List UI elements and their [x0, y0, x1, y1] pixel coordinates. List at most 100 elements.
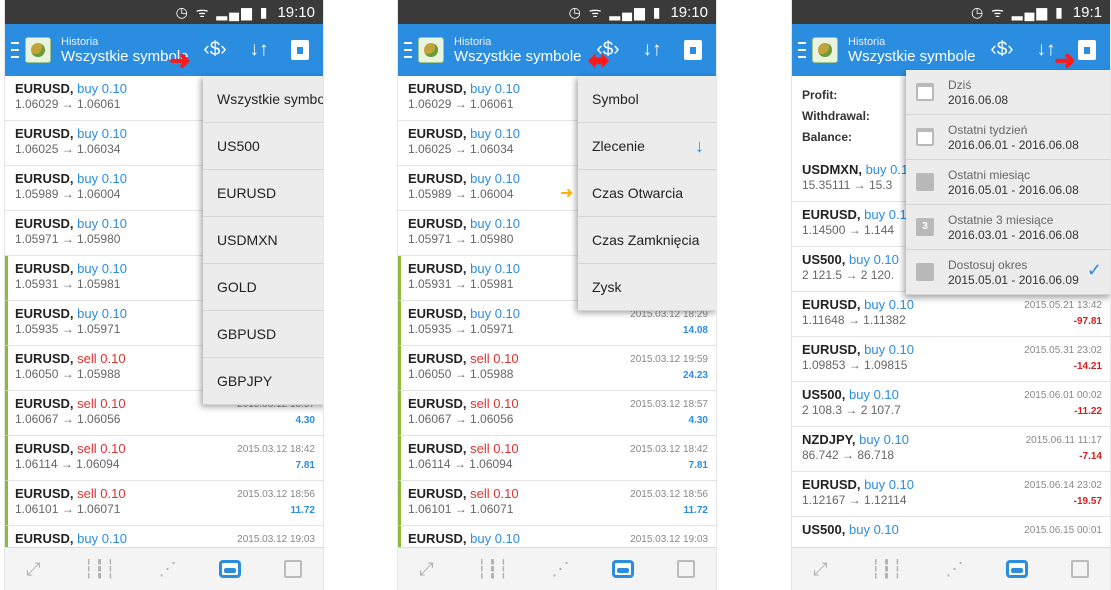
sort-icon[interactable]: ↓↑ — [1034, 39, 1058, 61]
trade-profit: 7.81 — [295, 460, 315, 471]
status-icons: ◷ ᯤ ▂▄▆ ▮ — [970, 3, 1065, 20]
symbol-option[interactable]: GBPJPY — [203, 358, 323, 405]
symbol-option[interactable]: GOLD — [203, 264, 323, 311]
symbol-option[interactable]: Wszystkie symbole — [203, 76, 323, 123]
symbols-icon[interactable]: ‹$› — [596, 39, 620, 61]
calendar-icon[interactable] — [1078, 40, 1102, 60]
trade-time: 2015.05.21 13:42 — [1024, 300, 1102, 311]
sort-icon[interactable]: ↓↑ — [247, 39, 271, 61]
trade-icon[interactable]: ⤢ — [26, 559, 40, 580]
trade-row[interactable]: NZDJPY, buy 0.10 86.742 → 86.718 2015.06… — [792, 427, 1110, 472]
trade-profit: 7.81 — [688, 460, 708, 471]
bottom-nav: ⤢ ┆┇┆ ⋰ — [5, 547, 323, 590]
summary-profit-label: Profit: — [802, 88, 838, 102]
history-icon[interactable] — [1006, 560, 1029, 578]
menu-icon[interactable] — [798, 42, 806, 58]
trade-profit: 24.23 — [682, 370, 708, 381]
trade-row[interactable]: EURUSD, sell 0.10 1.06114 → 1.06094 2015… — [5, 436, 323, 481]
scalp-icon[interactable]: ⋰ — [551, 559, 569, 580]
news-icon[interactable] — [283, 560, 302, 578]
chart-icon[interactable]: ┆┇┆ — [476, 559, 509, 580]
trade-profit: 11.72 — [290, 505, 315, 516]
period-option-last-3-months[interactable]: 3 Ostatnie 3 miesiące 2016.03.01 - 2016.0… — [906, 205, 1110, 250]
trade-time: 2015.03.12 18:42 — [237, 444, 315, 455]
period-option-last-month[interactable]: Ostatni miesiąc 2016.05.01 - 2016.06.08 — [906, 160, 1110, 205]
sort-option-order[interactable]: Zlecenie ↓ — [578, 123, 716, 170]
trade-time: 2015.06.14 23:02 — [1024, 480, 1102, 491]
phone-screen-sort: ◷ ᯤ ▂▄▆ ▮ 19:10 Historia Wszystkie symbo… — [397, 0, 717, 590]
trade-time: 2015.03.12 19:03 — [630, 534, 708, 545]
status-time: 19:10 — [670, 3, 708, 21]
sort-icon[interactable]: ↓↑ — [640, 39, 664, 61]
symbol-option[interactable]: USDMXN — [203, 217, 323, 264]
trade-icon[interactable]: ⤢ — [419, 559, 433, 580]
trade-profit: 14.08 — [682, 325, 708, 336]
bottom-nav: ⤢ ┆┇┆ ⋰ — [792, 547, 1110, 590]
chart-icon[interactable]: ┆┇┆ — [870, 559, 903, 580]
sort-option-close-time[interactable]: Czas Zamknięcia — [578, 217, 716, 264]
trade-row[interactable]: EURUSD, sell 0.10 1.06101 → 1.06071 2015… — [5, 481, 323, 526]
menu-icon[interactable] — [404, 42, 412, 58]
trade-row[interactable]: EURUSD, buy 0.10 1.11648 → 1.11382 2015.… — [792, 292, 1110, 337]
phone-screen-period: ◷ ᯤ ▂▄▆ ▮ 19:1 Historia Wszystkie symbol… — [791, 0, 1111, 590]
scalp-icon[interactable]: ⋰ — [158, 559, 176, 580]
trade-profit: -97.81 — [1073, 316, 1102, 327]
trade-row[interactable]: EURUSD, buy 0.10 1.09853 → 1.09815 2015.… — [792, 337, 1110, 382]
status-time: 19:10 — [277, 3, 315, 21]
period-option-custom[interactable]: Dostosuj okres 2015.05.01 - 2016.06.09 ✓ — [906, 250, 1110, 295]
sort-option-profit[interactable]: Zysk — [578, 264, 716, 311]
symbols-icon[interactable]: ‹$› — [203, 39, 227, 61]
period-dropdown: Dziś 2016.06.08 Ostatni tydzień 2016.06.01… — [906, 70, 1110, 295]
trade-row[interactable]: EURUSD, sell 0.10 1.06067 → 1.06056 2015… — [398, 391, 716, 436]
trade-time: 2015.05.31 23:02 — [1024, 345, 1102, 356]
status-bar: ◷ ᯤ ▂▄▆ ▮ 19:10 — [398, 0, 716, 24]
period-option-today[interactable]: Dziś 2016.06.08 — [906, 70, 1110, 115]
app-logo — [25, 37, 51, 63]
period-option-last-week[interactable]: Ostatni tydzień 2016.06.01 - 2016.06.08 — [906, 115, 1110, 160]
history-icon[interactable] — [612, 560, 635, 578]
summary-balance-label: Balance: — [802, 130, 853, 144]
calendar-icon — [916, 263, 934, 281]
bottom-nav: ⤢ ┆┇┆ ⋰ — [398, 547, 716, 590]
status-icons: ◷ ᯤ ▂▄▆ ▮ — [568, 3, 663, 20]
app-logo — [812, 37, 838, 63]
news-icon[interactable] — [676, 560, 695, 578]
trade-row[interactable]: EURUSD, sell 0.10 1.06050 → 1.05988 2015… — [398, 346, 716, 391]
trade-profit: -19.57 — [1073, 496, 1102, 507]
status-bar: ◷ ᯤ ▂▄▆ ▮ 19:1 — [792, 0, 1110, 24]
symbol-option[interactable]: US500 — [203, 123, 323, 170]
check-icon: ✓ — [1086, 260, 1102, 280]
chart-icon[interactable]: ┆┇┆ — [83, 559, 116, 580]
trade-time: 2015.03.12 18:56 — [630, 489, 708, 500]
trade-time: 2015.06.15 00:01 — [1024, 525, 1102, 536]
symbol-option[interactable]: EURUSD — [203, 170, 323, 217]
calendar-icon — [916, 128, 934, 146]
trade-row[interactable]: EURUSD, sell 0.10 1.06101 → 1.06071 2015… — [398, 481, 716, 526]
trade-profit: -14.21 — [1073, 361, 1102, 372]
trade-time: 2015.06.11 11:17 — [1025, 435, 1102, 446]
menu-icon[interactable] — [11, 42, 19, 58]
status-icons: ◷ ᯤ ▂▄▆ ▮ — [175, 3, 270, 20]
trade-profit: 11.72 — [683, 505, 708, 516]
trade-profit: -11.22 — [1074, 406, 1102, 417]
trade-row[interactable]: EURUSD, sell 0.10 1.06114 → 1.06094 2015… — [398, 436, 716, 481]
news-icon[interactable] — [1070, 560, 1089, 578]
history-icon[interactable] — [219, 560, 242, 578]
calendar-icon[interactable] — [291, 40, 315, 60]
phone-screen-symbols: ◷ ᯤ ▂▄▆ ▮ 19:10 Historia Wszystkie symbo… — [4, 0, 324, 590]
calendar-icon[interactable] — [684, 40, 708, 60]
symbols-icon[interactable]: ‹$› — [990, 39, 1014, 61]
trade-row[interactable]: US500, buy 0.10 2 108.3 → 2 107.7 2015.0… — [792, 382, 1110, 427]
scalp-icon[interactable]: ⋰ — [945, 559, 963, 580]
trade-row[interactable]: EURUSD, buy 0.10 1.12167 → 1.12114 2015.… — [792, 472, 1110, 517]
status-bar: ◷ ᯤ ▂▄▆ ▮ 19:10 — [5, 0, 323, 24]
app-header: Historia Wszystkie symbole ➜ ‹$› ↓↑ — [5, 24, 323, 76]
app-header: Historia Wszystkie symbole ⬌ ‹$› ↓↑ — [398, 24, 716, 76]
app-logo — [418, 37, 444, 63]
trade-icon[interactable]: ⤢ — [813, 559, 827, 580]
sort-option-open-time[interactable]: ➜ Czas Otwarcia — [560, 170, 716, 217]
header-subtitle: Historia — [848, 35, 886, 48]
symbol-option[interactable]: GBPUSD — [203, 311, 323, 358]
header-subtitle: Historia — [454, 35, 492, 48]
sort-option-symbol[interactable]: Symbol — [578, 76, 716, 123]
